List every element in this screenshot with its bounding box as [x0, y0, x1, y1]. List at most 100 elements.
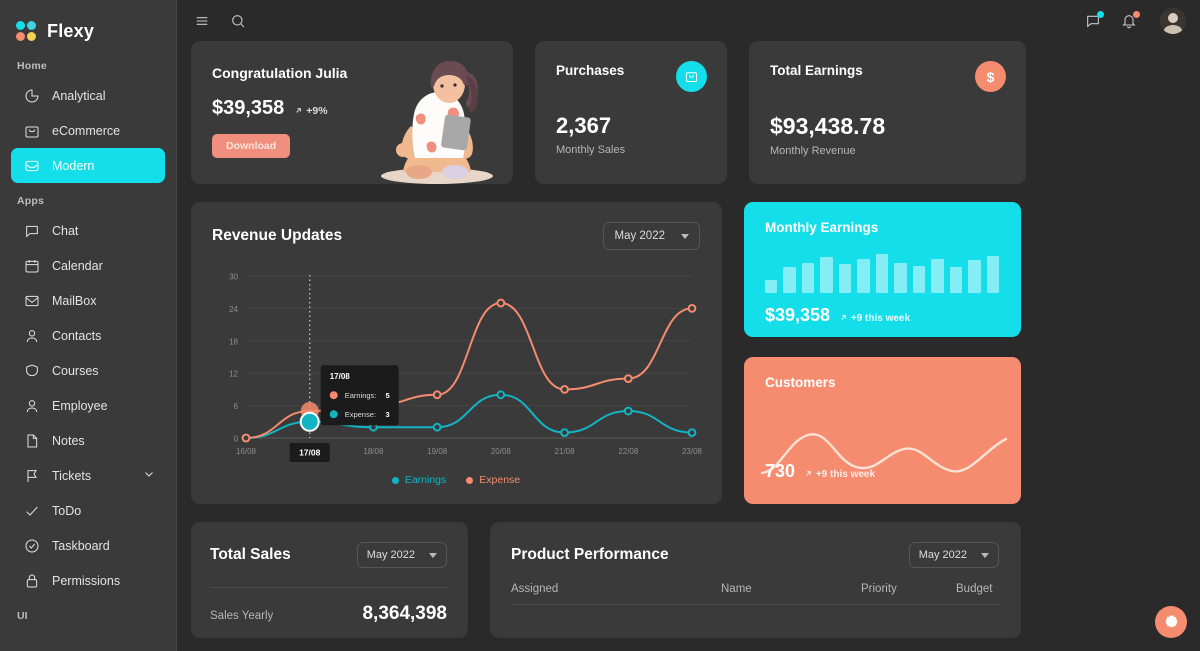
data-point[interactable]: [560, 428, 569, 438]
avatar[interactable]: [1160, 7, 1186, 34]
sidebar-item-notes[interactable]: Notes: [11, 423, 165, 458]
monthly-earnings-bar: [986, 256, 1000, 293]
notification-badge: [1133, 10, 1140, 18]
data-point[interactable]: [496, 298, 506, 308]
data-point[interactable]: [687, 304, 697, 313]
sidebar-item-courses[interactable]: Courses: [11, 353, 165, 388]
total-earnings-value: $93,438.78: [770, 113, 886, 139]
sidebar-item-label: Modern: [52, 158, 95, 173]
data-point[interactable]: [432, 390, 442, 400]
download-button[interactable]: Download: [212, 134, 291, 158]
y-axis-tick: 18: [229, 337, 238, 346]
nav-section-label: Apps: [17, 195, 45, 207]
total-sales-period-select[interactable]: May 2022: [356, 542, 447, 568]
right-column: Monthly Earnings $39,358 +9 this week Cu…: [744, 202, 1021, 504]
data-point[interactable]: [560, 385, 569, 394]
total-sales-period-value: May 2022: [366, 549, 415, 561]
monthly-earnings-bar: [875, 254, 889, 293]
pie-chart-icon: [23, 87, 40, 104]
legend-label-earnings: Earnings: [404, 474, 447, 486]
legend-item-expense: Expense: [466, 474, 520, 486]
sidebar-item-todo[interactable]: ToDo: [11, 493, 165, 528]
sidebar-item-label: Permissions: [52, 573, 121, 588]
total-sales-card: Total Sales May 2022 Sales Yearly 8,364,…: [191, 522, 468, 638]
column-header-priority: Priority: [861, 583, 897, 595]
hamburger-menu-icon[interactable]: [191, 10, 213, 32]
sidebar-item-label: eCommerce: [52, 123, 121, 138]
sidebar-item-ecommerce[interactable]: eCommerce: [11, 113, 165, 148]
monthly-earnings-bar: [820, 257, 833, 293]
brand[interactable]: Flexy: [0, 0, 176, 48]
gear-icon: [1165, 615, 1177, 627]
revenue-period-select[interactable]: May 2022: [603, 222, 700, 250]
sidebar-item-chat[interactable]: Chat: [11, 213, 165, 248]
purchases-card: Purchases 2,367 Monthly Sales: [535, 41, 727, 184]
chat-bubble-icon[interactable]: [1082, 10, 1104, 32]
sidebar-item-tickets[interactable]: Tickets: [11, 458, 165, 493]
user-icon: [23, 327, 40, 344]
data-point[interactable]: [623, 374, 633, 383]
card-title: Product Performance: [511, 546, 669, 563]
customers-footer: 730 +9 this week: [765, 461, 875, 482]
monthly-earnings-bar: [783, 266, 796, 293]
sidebar-item-mailbox[interactable]: MailBox: [11, 283, 165, 318]
sidebar-item-label: Tickets: [52, 468, 92, 483]
sidebar-item-employee[interactable]: Employee: [11, 388, 165, 423]
monthly-earnings-bar: [912, 266, 926, 293]
sidebar-item-permissions[interactable]: Permissions: [11, 563, 165, 598]
sidebar-item-analytical[interactable]: Analytical: [11, 78, 165, 113]
tooltip-value: 3: [386, 410, 390, 419]
sidebar-item-calendar[interactable]: Calendar: [11, 248, 165, 283]
tooltip-value: 5: [386, 391, 390, 400]
sidebar-item-modern[interactable]: Modern: [11, 148, 165, 183]
data-point[interactable]: [496, 390, 506, 400]
data-point[interactable]: [623, 406, 633, 416]
divider: [210, 587, 447, 588]
y-axis-tick: 0: [234, 435, 239, 444]
nav-section-apps: Apps Chat Calendar MailBox Contacts Cour…: [0, 183, 176, 622]
sidebar-item-label: Analytical: [52, 88, 106, 103]
monthly-earnings-bar: [765, 280, 778, 293]
data-point[interactable]: [687, 428, 697, 438]
customers-delta-value: +9 this week: [815, 469, 876, 480]
envelope-icon: [23, 292, 40, 309]
chevron-down-icon[interactable]: [143, 468, 155, 483]
data-point[interactable]: [432, 422, 442, 432]
data-point[interactable]: [241, 433, 251, 443]
sidebar-item-taskboard[interactable]: Taskboard: [11, 528, 165, 563]
customers-amount: 730: [765, 461, 796, 481]
monthly-earnings-bar: [857, 259, 870, 293]
tooltip-dot: [329, 391, 338, 400]
seated-woman-illustration-icon: [359, 54, 509, 184]
sales-yearly-value: 8,364,398: [362, 603, 447, 624]
chevron-down-icon: [429, 552, 437, 558]
y-axis-tick: 24: [229, 305, 238, 314]
sidebar: Flexy Home Analytical eCommerce Modern A…: [0, 0, 177, 651]
topbar: [177, 0, 1200, 41]
customers-delta: +9 this week: [804, 469, 875, 480]
monthly-earnings-footer: $39,358 +9 this week: [765, 305, 1021, 326]
settings-fab-button[interactable]: [1155, 606, 1187, 638]
revenue-chart: 0 6 12 18 24 30 16/08 17/08 18/08 19/08 20/08 21/08…: [212, 268, 703, 468]
column-header-assigned: Assigned: [511, 583, 559, 595]
total-earnings-card: Total Earnings $ $93,438.78 Monthly Reve…: [749, 41, 1026, 184]
product-performance-period-select[interactable]: May 2022: [908, 542, 999, 568]
card-title: Customers: [765, 375, 836, 390]
calendar-icon: [23, 257, 40, 274]
bell-icon[interactable]: [1118, 10, 1140, 32]
check-circle-icon: [23, 537, 40, 554]
congrat-delta: +9%: [294, 105, 328, 117]
dollar-glyph: $: [986, 68, 995, 85]
sidebar-item-label: Contacts: [52, 328, 102, 343]
shopping-bag-icon: [23, 122, 40, 139]
sidebar-item-contacts[interactable]: Contacts: [11, 318, 165, 353]
purchases-value: 2,367: [556, 113, 612, 138]
total-earnings-subtitle: Monthly Revenue: [770, 145, 856, 157]
purchases-subtitle: Monthly Sales: [556, 144, 626, 156]
tooltip-label: Earnings:: [345, 391, 377, 400]
monthly-earnings-bar: [931, 258, 944, 293]
app-root: Flexy Home Analytical eCommerce Modern A…: [0, 0, 1200, 651]
row-bottom: Total Sales May 2022 Sales Yearly 8,364,…: [191, 522, 1186, 638]
data-point-highlight-earnings[interactable]: [299, 411, 320, 432]
search-icon[interactable]: [227, 10, 249, 32]
